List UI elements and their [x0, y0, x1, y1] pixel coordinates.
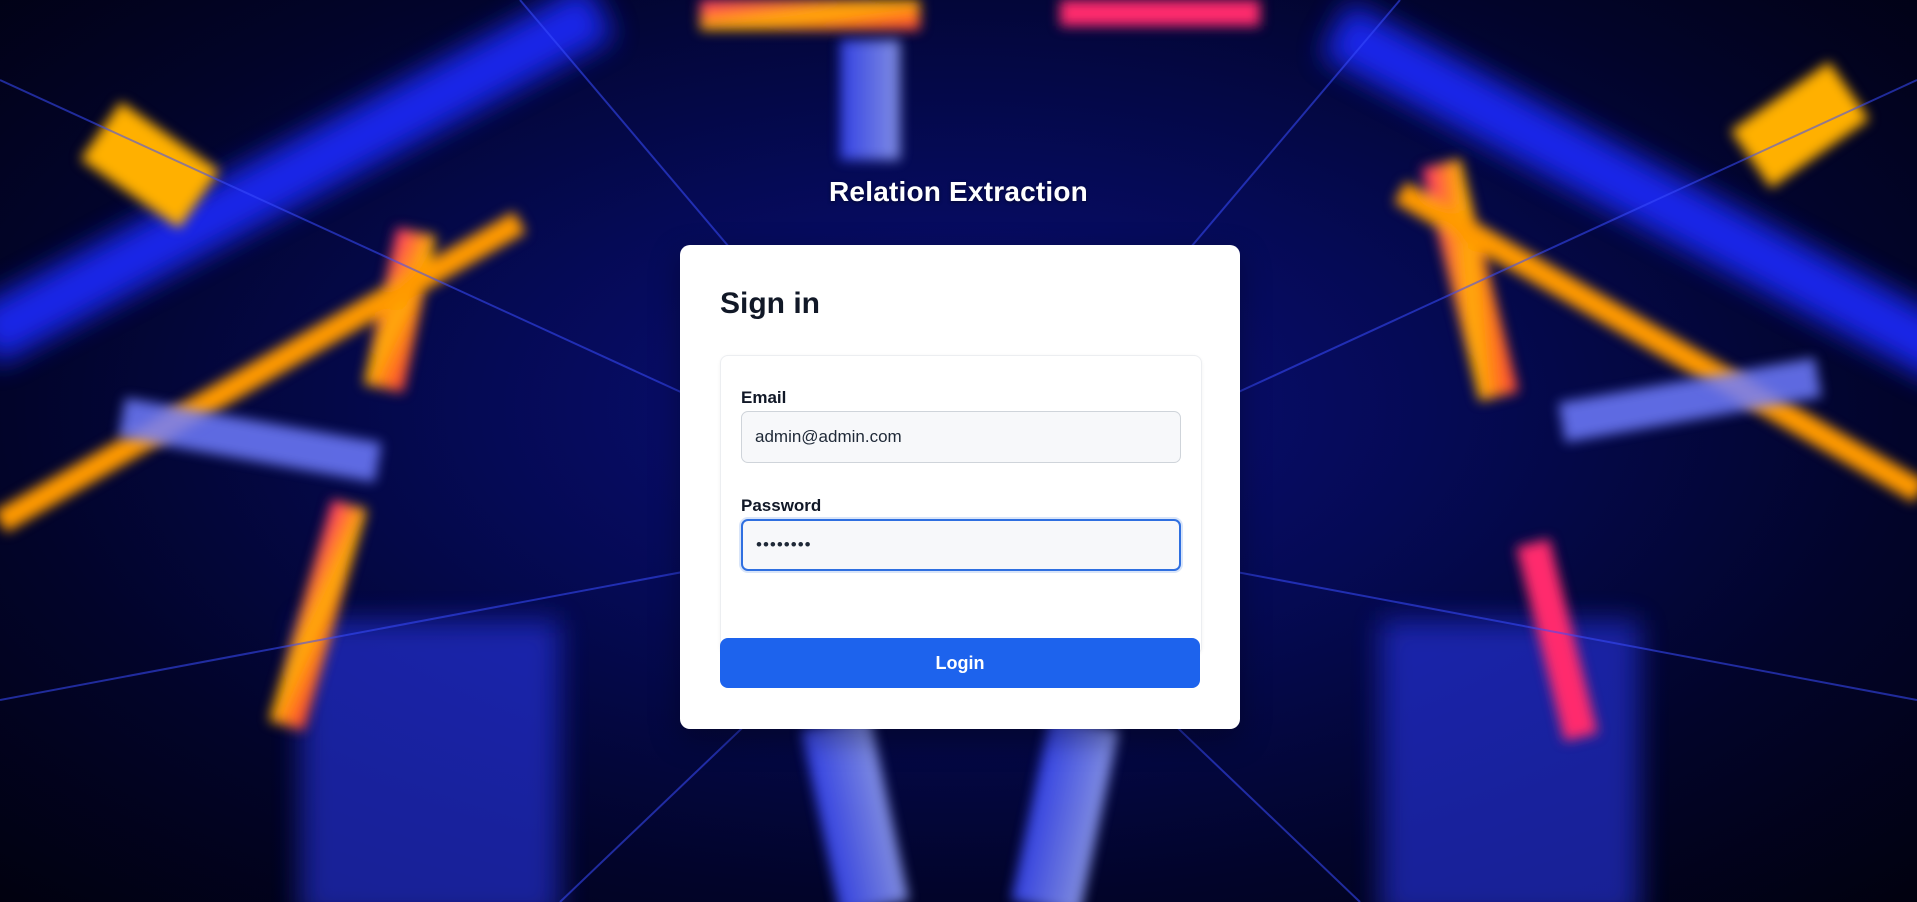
- login-button[interactable]: Login: [720, 638, 1200, 688]
- password-label: Password: [741, 496, 822, 515]
- app-title: Relation Extraction: [829, 176, 1088, 207]
- password-field[interactable]: [741, 519, 1181, 571]
- credentials-panel: Email Password: [720, 355, 1202, 655]
- email-label: Email: [741, 388, 787, 407]
- email-field[interactable]: [741, 411, 1181, 463]
- signin-heading: Sign in: [720, 287, 820, 320]
- signin-card: Sign in Email Password Login: [680, 245, 1240, 729]
